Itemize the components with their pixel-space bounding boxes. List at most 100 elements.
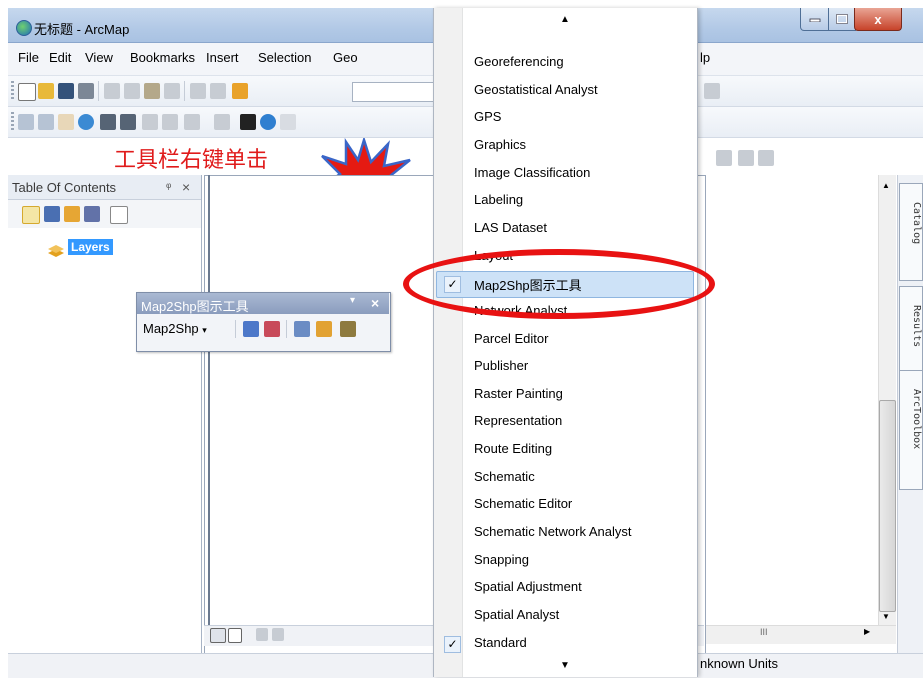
list-by-drawing-order-icon[interactable] bbox=[22, 206, 40, 224]
context-menu-item[interactable]: Schematic bbox=[474, 469, 535, 484]
toc-pin-icon[interactable]: ᵠ bbox=[166, 180, 171, 194]
menu-bookmarks[interactable]: Bookmarks bbox=[130, 50, 195, 65]
add-data-icon[interactable] bbox=[232, 83, 248, 99]
delete-icon[interactable] bbox=[164, 83, 180, 99]
close-button[interactable]: x bbox=[854, 8, 902, 31]
context-menu-item[interactable]: Georeferencing bbox=[474, 54, 564, 69]
context-menu-item[interactable]: Schematic Editor bbox=[474, 496, 572, 511]
map-display-right[interactable] bbox=[706, 175, 896, 653]
refresh-icon[interactable] bbox=[256, 628, 268, 641]
map2shp-toolbar-menu-icon[interactable]: ▾ bbox=[350, 295, 355, 306]
toc-options-icon[interactable] bbox=[110, 206, 128, 224]
map2shp-toolbar-close-icon[interactable]: × bbox=[371, 295, 379, 311]
menu-edit[interactable]: Edit bbox=[49, 50, 71, 65]
toolbar-grip[interactable] bbox=[11, 112, 14, 132]
context-menu-item[interactable]: Standard bbox=[474, 635, 527, 650]
context-menu-item[interactable]: Raster Painting bbox=[474, 386, 563, 401]
toolbar-overflow-icon[interactable] bbox=[704, 83, 720, 99]
toolbar-grip[interactable] bbox=[11, 81, 14, 101]
zoom-out-icon[interactable] bbox=[38, 114, 54, 130]
toolbar-context-menu bbox=[433, 8, 698, 677]
horizontal-scroll-thumb[interactable]: III bbox=[760, 627, 768, 637]
list-by-visibility-icon[interactable] bbox=[64, 206, 80, 222]
full-extent-icon[interactable] bbox=[78, 114, 94, 130]
context-menu-item[interactable]: LAS Dataset bbox=[474, 220, 547, 235]
fixed-zoom-in-icon[interactable] bbox=[100, 114, 116, 130]
annotation-instruction-text: 工具栏右键单击 bbox=[114, 148, 269, 173]
scroll-down-arrow-icon[interactable]: ▼ bbox=[882, 612, 890, 621]
new-document-icon[interactable] bbox=[18, 83, 36, 101]
undo-icon[interactable] bbox=[190, 83, 206, 99]
context-menu-item[interactable]: Publisher bbox=[474, 358, 528, 373]
pan-icon[interactable] bbox=[58, 114, 74, 130]
vertical-scroll-thumb[interactable] bbox=[879, 400, 896, 612]
context-menu-item[interactable]: Graphics bbox=[474, 137, 526, 152]
toc-title: Table Of Contents bbox=[12, 180, 117, 195]
back-extent-icon[interactable] bbox=[142, 114, 158, 130]
map2shp-dropdown[interactable]: Map2Shp ▾ bbox=[143, 321, 207, 336]
list-by-selection-icon[interactable] bbox=[84, 206, 100, 222]
redo-icon[interactable] bbox=[210, 83, 226, 99]
hyperlink-icon[interactable] bbox=[280, 114, 296, 130]
pause-drawing-icon[interactable] bbox=[272, 628, 284, 641]
context-menu-item[interactable]: Route Editing bbox=[474, 441, 552, 456]
maximize-button[interactable] bbox=[828, 8, 856, 31]
toc-close-icon[interactable]: × bbox=[182, 179, 190, 195]
menu-selection[interactable]: Selection bbox=[258, 50, 311, 65]
context-menu-item[interactable]: Snapping bbox=[474, 552, 529, 567]
context-menu-item[interactable]: Spatial Adjustment bbox=[474, 579, 582, 594]
menu-file[interactable]: File bbox=[18, 50, 39, 65]
list-by-source-icon[interactable] bbox=[44, 206, 60, 222]
cut-icon[interactable] bbox=[104, 83, 120, 99]
menu-scroll-up-icon[interactable]: ▲ bbox=[560, 14, 570, 25]
context-menu-item[interactable]: Labeling bbox=[474, 192, 523, 207]
context-menu-item[interactable]: Representation bbox=[474, 413, 562, 428]
map2shp-tool-icon[interactable] bbox=[264, 321, 280, 337]
map2shp-tool-icon[interactable] bbox=[340, 321, 356, 337]
data-view-icon[interactable] bbox=[210, 628, 226, 643]
clear-selection-icon[interactable] bbox=[214, 114, 230, 130]
scroll-right-arrow-icon[interactable]: ▶ bbox=[864, 627, 870, 636]
save-icon[interactable] bbox=[58, 83, 74, 99]
map-scale-combo[interactable] bbox=[352, 82, 434, 102]
select-elements-icon[interactable] bbox=[240, 114, 256, 130]
zoom-in-icon[interactable] bbox=[18, 114, 34, 130]
layout-view-icon[interactable] bbox=[228, 628, 242, 643]
print-icon[interactable] bbox=[78, 83, 94, 99]
window-title: 无标题 - ArcMap bbox=[34, 22, 130, 37]
forward-extent-icon[interactable] bbox=[162, 114, 178, 130]
identify-icon[interactable] bbox=[260, 114, 276, 130]
toolbar-separator bbox=[286, 320, 287, 338]
toolbar-separator bbox=[235, 320, 236, 338]
menu-help[interactable]: lp bbox=[700, 50, 710, 65]
map2shp-legend-icon[interactable] bbox=[294, 321, 310, 337]
toolbar-extra-icon[interactable] bbox=[716, 150, 732, 166]
red-highlight-ellipse bbox=[403, 249, 715, 319]
catalog-tab[interactable]: Catalog bbox=[899, 183, 923, 281]
context-menu-icon-gutter bbox=[434, 8, 463, 677]
copy-icon[interactable] bbox=[124, 83, 140, 99]
context-menu-item[interactable]: GPS bbox=[474, 109, 501, 124]
map2shp-tool-icon[interactable] bbox=[243, 321, 259, 337]
fixed-zoom-out-icon[interactable] bbox=[120, 114, 136, 130]
layers-data-frame[interactable]: Layers bbox=[68, 239, 113, 255]
paste-icon[interactable] bbox=[144, 83, 160, 99]
menu-geoprocessing[interactable]: Geo bbox=[333, 50, 358, 65]
context-menu-item[interactable]: Spatial Analyst bbox=[474, 607, 559, 622]
context-menu-item[interactable]: Image Classification bbox=[474, 165, 590, 180]
context-menu-item[interactable]: Schematic Network Analyst bbox=[474, 524, 632, 539]
arctoolbox-tab[interactable]: ArcToolbox bbox=[899, 370, 923, 490]
open-folder-icon[interactable] bbox=[38, 83, 54, 99]
context-menu-item[interactable]: Parcel Editor bbox=[474, 331, 548, 346]
map2shp-tool-icon[interactable] bbox=[316, 321, 332, 337]
menu-scroll-down-icon[interactable]: ▼ bbox=[560, 660, 570, 671]
toolbar-extra-icon[interactable] bbox=[738, 150, 754, 166]
menu-insert[interactable]: Insert bbox=[206, 50, 239, 65]
chevron-down-icon: ▾ bbox=[202, 325, 207, 335]
scroll-up-arrow-icon[interactable]: ▲ bbox=[882, 181, 890, 190]
minimize-button[interactable] bbox=[800, 8, 830, 31]
toolbar-extra-icon[interactable] bbox=[758, 150, 774, 166]
context-menu-item[interactable]: Geostatistical Analyst bbox=[474, 82, 598, 97]
menu-view[interactable]: View bbox=[85, 50, 113, 65]
select-features-icon[interactable] bbox=[184, 114, 200, 130]
